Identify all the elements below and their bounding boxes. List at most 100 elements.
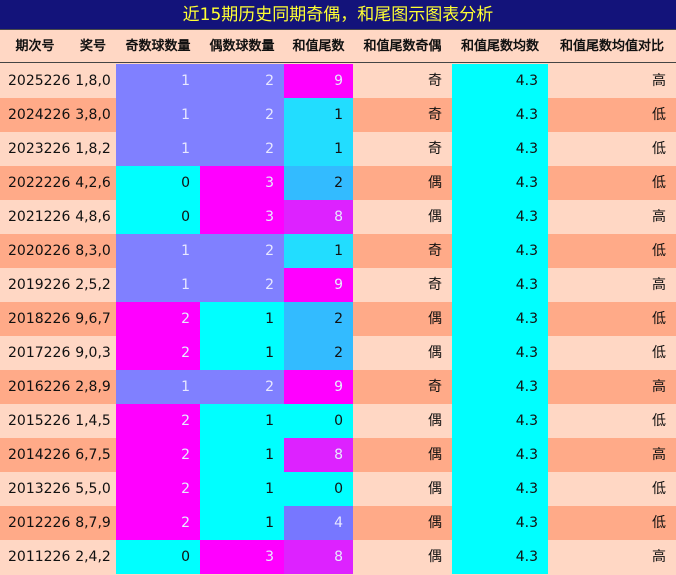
header-col-average-compare: 和值尾数均值对比 (559, 39, 664, 54)
cell-col-odd-count: 1 (116, 98, 200, 132)
cell-col-sum-tail: 1 (284, 132, 353, 166)
cell-col-sum-tail: 2 (284, 166, 353, 200)
cell-col-odd-count: 1 (116, 64, 200, 98)
cell-col-sum-tail: 8 (284, 200, 353, 234)
cell-col-numbers: 4,2,6 (75, 175, 111, 191)
cell-col-odd-count: 1 (116, 234, 200, 268)
cell-col-period: 2016226 (8, 379, 71, 395)
cell-col-even-count: 1 (200, 438, 284, 472)
cell-col-numbers: 2,8,9 (75, 379, 111, 395)
cell-col-numbers: 6,7,5 (75, 447, 111, 463)
cell-col-tail-parity: 偶 (428, 447, 442, 463)
cell-col-tail-average: 4.3 (452, 540, 548, 574)
table-header: 期次号 奖号 奇数球数量 偶数球数量 和值尾数 和值尾数奇偶 和值尾数均数 和值尾数均值对比 (0, 30, 676, 63)
cell-col-average-compare: 高 (652, 549, 666, 565)
cell-col-even-count: 2 (200, 64, 284, 98)
cell-col-tail-average: 4.3 (452, 166, 548, 200)
cell-col-period: 2022226 (8, 175, 71, 191)
cell-col-tail-parity: 偶 (428, 345, 442, 361)
cell-col-sum-tail: 1 (284, 234, 353, 268)
cell-col-sum-tail: 1 (284, 98, 353, 132)
cell-col-tail-parity: 偶 (428, 515, 442, 531)
cell-col-sum-tail: 9 (284, 370, 353, 404)
cell-col-sum-tail: 2 (284, 336, 353, 370)
cell-col-numbers: 9,0,3 (75, 345, 111, 361)
cell-col-tail-average: 4.3 (452, 438, 548, 472)
cell-col-tail-average: 4.3 (452, 98, 548, 132)
cell-col-odd-count: 2 (116, 472, 200, 506)
cell-col-average-compare: 低 (652, 515, 666, 531)
header-col-even-count: 偶数球数量 (209, 39, 275, 54)
table-row: 2017226 9,0,3 2 1 2 偶 4.3 低 (0, 336, 676, 370)
cell-col-tail-average: 4.3 (452, 268, 548, 302)
cell-col-period: 2011226 (8, 549, 71, 565)
table-row: 2022226 4,2,6 0 3 2 偶 4.3 低 (0, 166, 676, 200)
cell-col-numbers: 3,8,0 (75, 107, 111, 123)
cell-col-period: 2019226 (8, 277, 71, 293)
cell-col-tail-average: 4.3 (452, 336, 548, 370)
cell-col-sum-tail: 4 (284, 506, 353, 540)
cell-col-even-count: 3 (200, 540, 284, 574)
cell-col-even-count: 2 (200, 234, 284, 268)
cell-col-even-count: 2 (200, 132, 284, 166)
cell-col-tail-average: 4.3 (452, 64, 548, 98)
header-col-numbers: 奖号 (79, 39, 106, 54)
table-row: 2024226 3,8,0 1 2 1 奇 4.3 低 (0, 98, 676, 132)
table-row: 2013226 5,5,0 2 1 0 偶 4.3 低 (0, 472, 676, 506)
cell-col-sum-tail: 2 (284, 302, 353, 336)
cell-col-average-compare: 低 (652, 345, 666, 361)
cell-col-odd-count: 1 (116, 370, 200, 404)
cell-col-odd-count: 0 (116, 540, 200, 574)
cell-col-average-compare: 低 (652, 481, 666, 497)
cell-col-average-compare: 高 (652, 379, 666, 395)
cell-col-sum-tail: 8 (284, 540, 353, 574)
cell-col-sum-tail: 8 (284, 438, 353, 472)
cell-col-odd-count: 2 (116, 404, 200, 438)
cell-col-tail-parity: 偶 (428, 481, 442, 497)
cell-col-odd-count: 1 (116, 132, 200, 166)
cell-col-sum-tail: 9 (284, 268, 353, 302)
cell-col-odd-count: 2 (116, 438, 200, 472)
cell-col-numbers: 1,4,5 (75, 413, 111, 429)
table-row: 2012226 8,7,9 2 1 4 偶 4.3 低 (0, 506, 676, 540)
cell-col-period: 2017226 (8, 345, 71, 361)
cell-col-even-count: 1 (200, 302, 284, 336)
cell-col-odd-count: 0 (116, 200, 200, 234)
cell-col-even-count: 1 (200, 336, 284, 370)
cell-col-period: 2021226 (8, 209, 71, 225)
cell-col-even-count: 3 (200, 200, 284, 234)
cell-col-period: 2024226 (8, 107, 71, 123)
cell-col-numbers: 1,8,0 (75, 73, 111, 89)
cell-col-tail-parity: 奇 (428, 141, 442, 157)
cell-col-odd-count: 2 (116, 336, 200, 370)
cell-col-period: 2018226 (8, 311, 71, 327)
cell-col-tail-parity: 奇 (428, 73, 442, 89)
cell-col-tail-average: 4.3 (452, 132, 548, 166)
cell-col-even-count: 2 (200, 370, 284, 404)
cell-col-average-compare: 低 (652, 243, 666, 259)
cell-col-odd-count: 2 (116, 506, 200, 540)
cell-col-tail-parity: 偶 (428, 175, 442, 191)
chart-title: 近15期历史同期奇偶，和尾图示图表分析 (0, 0, 676, 30)
cell-col-tail-average: 4.3 (452, 506, 548, 540)
table-row: 2019226 2,5,2 1 2 9 奇 4.3 高 (0, 268, 676, 302)
cell-col-tail-average: 4.3 (452, 234, 548, 268)
cell-col-tail-average: 4.3 (452, 200, 548, 234)
cell-col-tail-parity: 奇 (428, 277, 442, 293)
header-col-sum-tail: 和值尾数 (292, 39, 345, 54)
cell-col-tail-parity: 奇 (428, 107, 442, 123)
cell-col-tail-average: 4.3 (452, 302, 548, 336)
cell-col-tail-average: 4.3 (452, 370, 548, 404)
cell-col-odd-count: 1 (116, 268, 200, 302)
cell-col-tail-parity: 偶 (428, 549, 442, 565)
table-row: 2023226 1,8,2 1 2 1 奇 4.3 低 (0, 132, 676, 166)
header-col-tail-parity: 和值尾数奇偶 (363, 39, 442, 54)
cell-col-even-count: 1 (200, 404, 284, 438)
cell-col-tail-parity: 偶 (428, 209, 442, 225)
cell-col-sum-tail: 9 (284, 64, 353, 98)
cell-col-average-compare: 高 (652, 277, 666, 293)
cell-col-numbers: 8,7,9 (75, 515, 111, 531)
cell-col-average-compare: 低 (652, 175, 666, 191)
cell-col-numbers: 2,4,2 (75, 549, 111, 565)
cell-col-even-count: 3 (200, 166, 284, 200)
